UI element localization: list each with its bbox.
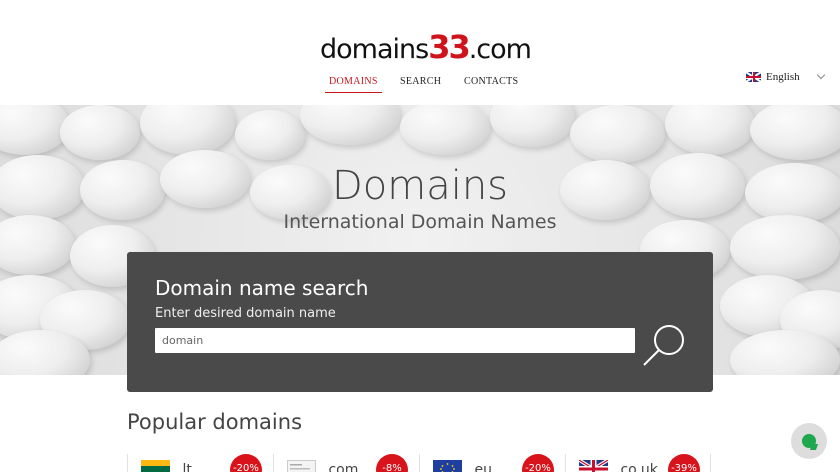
discount-badge: -39% (668, 454, 700, 472)
logo-number: 33 (428, 28, 471, 66)
main-nav: DOMAINS SEARCH CONTACTS (0, 76, 840, 96)
popular-domains-list: .lt -20% .com -8% .eu -20% .co.uk -39% (127, 454, 713, 472)
domain-search-input[interactable] (155, 328, 635, 353)
chat-widget-button[interactable] (791, 423, 827, 459)
site-header: domains33.com DOMAINS SEARCH CONTACTS En… (0, 0, 840, 105)
chevron-down-icon (816, 70, 825, 80)
page-subtitle: International Domain Names (283, 211, 557, 233)
domain-card-eu[interactable]: .eu -20% (419, 454, 565, 472)
language-label: English (766, 71, 800, 83)
uk-flag-icon (579, 460, 608, 472)
nav-contacts[interactable]: CONTACTS (464, 76, 518, 92)
site-logo[interactable]: domains33.com (320, 28, 532, 66)
discount-badge: -20% (522, 454, 554, 472)
search-title: Domain name search (155, 276, 369, 300)
lithuania-flag-icon (141, 460, 170, 472)
domain-tld: .lt (178, 462, 192, 472)
search-button[interactable] (641, 322, 689, 370)
domain-search-panel: Domain name search Enter desired domain … (127, 252, 713, 392)
nav-search[interactable]: SEARCH (400, 76, 441, 92)
domain-tld: .co.uk (616, 462, 658, 472)
eu-flag-icon (433, 460, 462, 472)
logo-text-before: domains (320, 34, 429, 65)
uk-flag-icon (746, 72, 761, 82)
other-flag-icon (287, 460, 316, 472)
domain-card-com[interactable]: .com -8% (273, 454, 419, 472)
domain-card-lt[interactable]: .lt -20% (127, 454, 273, 472)
language-selector[interactable]: English (746, 70, 825, 83)
page-title: Domains (331, 163, 509, 209)
discount-badge: -8% (376, 454, 408, 472)
search-hint: Enter desired domain name (155, 306, 336, 321)
discount-badge: -20% (230, 454, 262, 472)
logo-text-after: .com (468, 34, 532, 65)
domain-tld: .eu (470, 462, 492, 472)
magnifier-icon (643, 325, 684, 366)
domain-card-co-uk[interactable]: .co.uk -39% (565, 454, 711, 472)
domain-tld: .com (324, 462, 359, 472)
nav-domains[interactable]: DOMAINS (325, 76, 382, 93)
popular-domains-title: Popular domains (127, 410, 303, 434)
